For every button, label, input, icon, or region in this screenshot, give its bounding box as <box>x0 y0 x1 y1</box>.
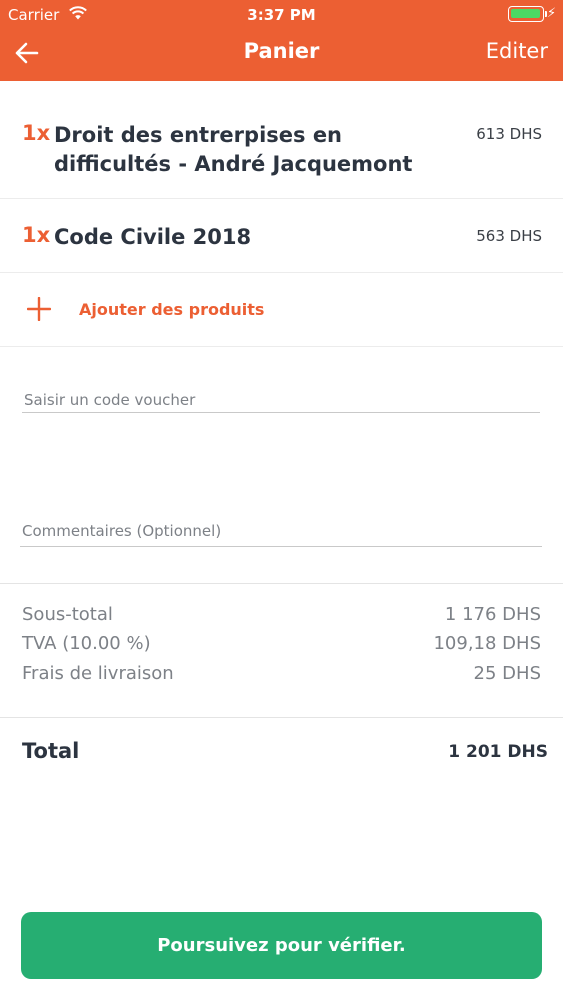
status-bar: Carrier 3:37 PM ⚡ <box>0 0 563 30</box>
delivery-value: 25 DHS <box>473 663 541 684</box>
item-name: Code Civile 2018 <box>54 225 252 249</box>
subtotal-row: Sous-total 1 176 DHS <box>22 604 541 630</box>
bolt-icon: ⚡ <box>547 6 557 21</box>
subtotal-label: Sous-total <box>22 604 113 625</box>
cart-item[interactable]: 1x Droit des entrerpises en difficultés … <box>0 81 563 199</box>
cart-item[interactable]: 1x Code Civile 2018 563 DHS <box>0 199 563 273</box>
header: Carrier 3:37 PM ⚡ Panier Editer <box>0 0 563 81</box>
divider <box>0 583 563 584</box>
item-name: Droit des entrerpises en difficultés - A… <box>54 123 413 176</box>
item-price: 613 DHS <box>476 125 542 143</box>
edit-button[interactable]: Editer <box>486 39 548 63</box>
add-products-button[interactable]: Ajouter des produits <box>0 273 563 347</box>
tva-label: TVA (10.00 %) <box>22 633 151 654</box>
battery-icon <box>508 6 544 22</box>
plus-icon <box>27 297 51 321</box>
comment-input[interactable] <box>20 515 542 547</box>
page-title: Panier <box>243 39 320 63</box>
delivery-row: Frais de livraison 25 DHS <box>22 663 541 689</box>
delivery-label: Frais de livraison <box>22 663 174 684</box>
item-price: 563 DHS <box>476 227 542 245</box>
tva-row: TVA (10.00 %) 109,18 DHS <box>22 633 541 659</box>
add-products-label: Ajouter des produits <box>79 300 265 319</box>
total-label: Total <box>22 739 80 763</box>
subtotal-value: 1 176 DHS <box>444 604 541 625</box>
divider <box>0 717 563 718</box>
clock: 3:37 PM <box>247 6 316 24</box>
voucher-input[interactable] <box>22 387 540 413</box>
tva-value: 109,18 DHS <box>433 633 541 654</box>
battery-level <box>511 9 540 18</box>
item-quantity: 1x <box>22 223 51 247</box>
total-value: 1 201 DHS <box>448 742 548 762</box>
nav-bar: Panier Editer <box>0 30 563 81</box>
checkout-button[interactable]: Poursuivez pour vérifier. <box>21 912 542 979</box>
item-quantity: 1x <box>22 121 51 145</box>
